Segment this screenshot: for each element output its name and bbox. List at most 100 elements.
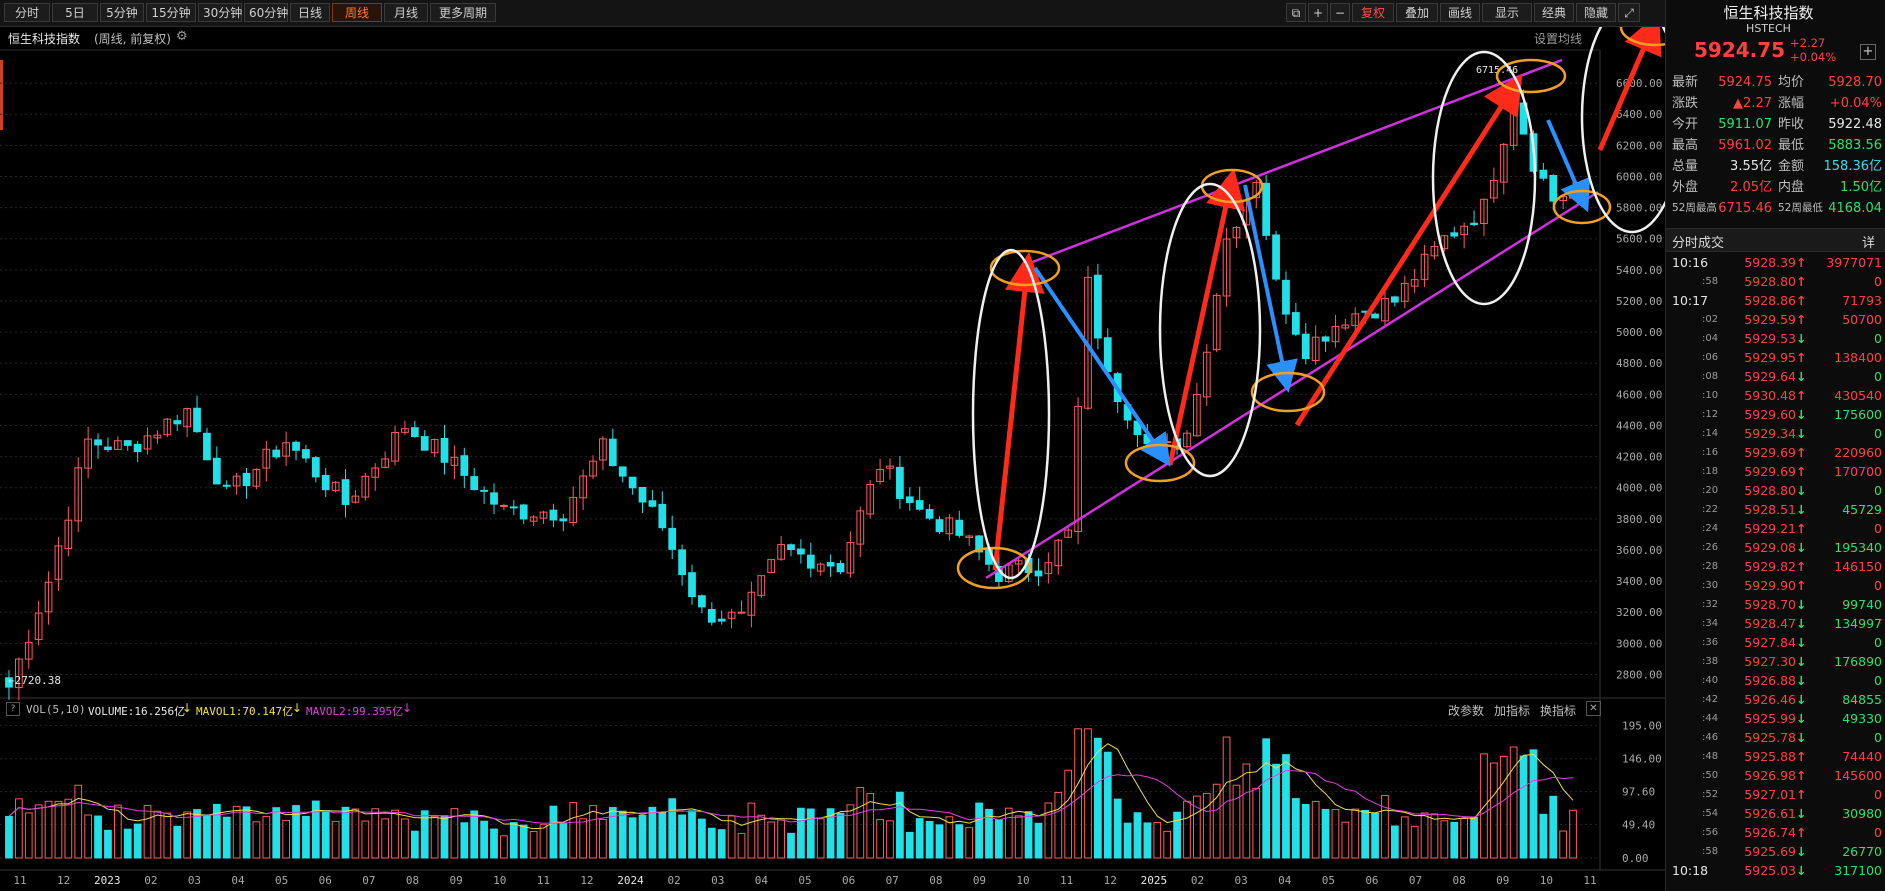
candle-body — [94, 439, 102, 446]
zoom-out-icon[interactable]: − — [1330, 3, 1350, 22]
volume-bar — [1450, 821, 1459, 859]
volume-bar — [886, 820, 894, 859]
tick-time: :48 — [1702, 751, 1719, 762]
volume-bar — [490, 828, 498, 859]
tick-row: :22 5928.51 ↓ 45729 — [1666, 500, 1885, 519]
tick-volume: 0 — [1874, 483, 1882, 498]
period-tab-intraday[interactable]: 分时 — [4, 3, 50, 22]
add-watchlist-icon[interactable]: + — [1860, 44, 1876, 60]
tick-price: 5925.78 — [1744, 730, 1796, 745]
display-button[interactable]: 显示 — [1482, 3, 1532, 22]
fullscreen-icon[interactable]: ⤢ — [1618, 3, 1640, 22]
draw-line-button[interactable]: 画线 — [1440, 3, 1480, 22]
quote-label: 均价 — [1778, 75, 1805, 90]
volume-bar — [480, 820, 488, 859]
tick-direction: ↑ — [1796, 388, 1807, 403]
tick-row: :56 5926.74 ↑ 0 — [1666, 823, 1885, 842]
price-axis-tick: 4200.00 — [1616, 451, 1662, 464]
tick-volume: 0 — [1874, 673, 1882, 688]
quote-label: 今开 — [1672, 117, 1699, 132]
tick-row: :28 5929.82 ↑ 146150 — [1666, 557, 1885, 576]
tick-direction: ↓ — [1796, 673, 1807, 688]
chart-info-row: 恒生科技指数 (周线, 前复权) ⚙ 设置均线 — [0, 27, 1600, 49]
tick-price: 5926.88 — [1744, 673, 1796, 688]
tick-time: 10:16 — [1672, 255, 1709, 270]
white-oval — [1158, 182, 1262, 478]
adjust-button[interactable]: 复权 — [1352, 3, 1394, 22]
change-params-button[interactable]: 改参数 — [1448, 702, 1484, 719]
tick-price: 5927.01 — [1744, 787, 1796, 802]
volume-bar — [1361, 809, 1370, 859]
classic-button[interactable]: 经典 — [1534, 3, 1574, 22]
period-tab-30min[interactable]: 30分钟 — [198, 3, 242, 22]
volume-bar — [1014, 815, 1023, 859]
volume-bar — [628, 817, 637, 859]
switch-indicator-button[interactable]: 换指标 — [1540, 702, 1576, 719]
price-axis-tick: 5200.00 — [1616, 295, 1662, 308]
volume-bar — [1440, 820, 1449, 859]
help-icon[interactable]: ? — [6, 702, 20, 716]
chart-canvas[interactable]: 6600.00 6400.00 6200.00 6000.00 5800.00 5600.… — [0, 0, 1665, 891]
volume-bar — [212, 803, 221, 859]
period-toolbar: 分时 5日 5分钟 15分钟 30分钟 60分钟 日线 周线 月线 更多周期 ⧉… — [0, 0, 1665, 27]
overlay-button[interactable]: 叠加 — [1396, 3, 1438, 22]
tick-time: :54 — [1702, 808, 1719, 819]
tick-price: 5926.61 — [1744, 806, 1796, 821]
volume-bar — [54, 800, 63, 859]
tick-direction: ↓ — [1796, 692, 1807, 707]
tick-time: :04 — [1702, 333, 1719, 344]
gear-icon[interactable]: ⚙ — [176, 29, 188, 44]
quote-row: 总量 3.55亿 金额 158.36亿 — [1666, 156, 1885, 177]
tick-direction: ↑ — [1796, 787, 1807, 802]
tick-volume: 45729 — [1842, 502, 1882, 517]
tick-row: :36 5927.84 ↓ 0 — [1666, 633, 1885, 652]
quote-label: 总量 — [1672, 159, 1699, 174]
more-periods-dropdown[interactable]: 更多周期 — [430, 3, 496, 22]
volume-bar — [311, 800, 320, 859]
add-indicator-button[interactable]: 加指标 — [1494, 702, 1530, 719]
lower-trendline — [985, 190, 1599, 580]
volume-bar — [965, 827, 974, 859]
volume-bar — [1519, 755, 1528, 859]
tick-price: 5929.64 — [1744, 369, 1796, 384]
period-tab-5day[interactable]: 5日 — [52, 3, 98, 22]
tick-volume: 0 — [1874, 730, 1882, 745]
period-tab-monthly[interactable]: 月线 — [384, 3, 428, 22]
period-tab-5min[interactable]: 5分钟 — [100, 3, 144, 22]
candle-body — [638, 486, 647, 503]
ticks-detail-button[interactable]: 详 — [1862, 232, 1875, 251]
tick-price: 5929.95 — [1744, 350, 1796, 365]
tick-direction: ↑ — [1796, 350, 1807, 365]
candle-body — [707, 608, 716, 623]
arrow-down-icon: ↓ — [292, 701, 303, 715]
arrow-down-icon: ↓ — [182, 701, 193, 715]
close-icon[interactable]: ✕ — [1586, 701, 1601, 716]
tick-price: 5925.03 — [1744, 863, 1796, 878]
candle-body — [410, 427, 419, 438]
hide-button[interactable]: 隐藏 — [1576, 3, 1616, 22]
copy-icon[interactable]: ⧉ — [1286, 3, 1306, 22]
quote-label: 涨幅 — [1778, 96, 1805, 111]
zoom-in-icon[interactable]: + — [1308, 3, 1328, 22]
candle-body — [1103, 337, 1112, 373]
price-axis-tick: 4000.00 — [1616, 482, 1662, 495]
period-tab-weekly[interactable]: 周线 — [332, 3, 382, 22]
period-tab-daily[interactable]: 日线 — [290, 3, 330, 22]
tick-time: 10:18 — [1672, 863, 1709, 878]
volume-value: VOLUME:16.256亿 — [88, 705, 186, 718]
tick-price: 5928.80 — [1744, 274, 1796, 289]
period-tab-60min[interactable]: 60分钟 — [244, 3, 288, 22]
quote-label: 涨跌 — [1672, 96, 1699, 111]
volume-bar — [1103, 751, 1112, 859]
ma-setting-button[interactable]: 设置均线 — [1534, 30, 1582, 47]
price-axis-tick: 4400.00 — [1616, 419, 1662, 432]
candle-body — [173, 420, 182, 425]
candle-body — [1390, 296, 1399, 303]
volume-bar — [1292, 798, 1300, 859]
period-tab-15min[interactable]: 15分钟 — [146, 3, 196, 22]
candle-body — [549, 509, 558, 521]
x-axis-label: 12 — [57, 874, 70, 887]
tick-volume: 138400 — [1834, 350, 1882, 365]
volume-bar — [1113, 798, 1122, 859]
candle-body — [519, 504, 528, 520]
